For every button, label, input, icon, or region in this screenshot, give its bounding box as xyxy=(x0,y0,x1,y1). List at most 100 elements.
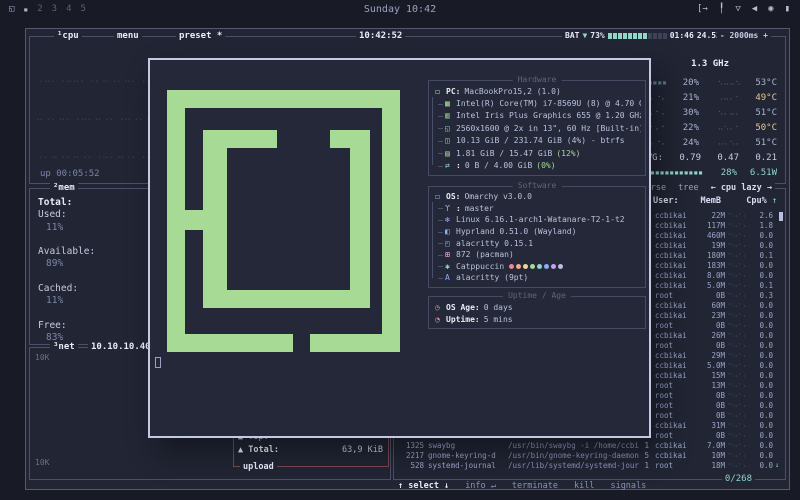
sort-cpu-lazy-button[interactable]: ← cpu lazy → xyxy=(711,183,772,193)
workspace-3[interactable]: 3 xyxy=(52,4,57,14)
os-age-icon: ◷ xyxy=(435,303,446,312)
process-memory: 460M xyxy=(695,231,725,240)
process-user: root xyxy=(649,341,695,350)
tree-line xyxy=(432,202,433,278)
battery-meter-block xyxy=(658,33,662,39)
process-user: root xyxy=(649,291,695,300)
fastfetch-row: ▦Intel(R) Core(TM) i7-8569U (8) @ 4.70 G… xyxy=(435,97,641,109)
process-cpu: 0.0 xyxy=(751,341,773,350)
window-overview-icon[interactable]: ◱ xyxy=(9,4,14,14)
memory-icon: ▤ xyxy=(445,149,456,158)
process-cpu: 0.0 xyxy=(751,351,773,360)
battery-meter-block xyxy=(633,33,637,39)
terminal-icon: ◰ xyxy=(445,239,456,248)
menu-kill[interactable]: kill xyxy=(574,481,594,491)
net-box-title[interactable]: ³net xyxy=(50,342,78,352)
battery-meter-block xyxy=(608,33,612,39)
cpu-icon: ▦ xyxy=(445,99,456,108)
workspace-4[interactable]: 4 xyxy=(66,4,71,14)
system-tray: [→ ╿ ▽ ◀ ◉ ▮ xyxy=(697,0,790,18)
process-memory: 60M xyxy=(695,301,725,310)
fastfetch-value: master xyxy=(465,204,494,213)
workspace-5[interactable]: 5 xyxy=(81,4,86,14)
column-user[interactable]: User: xyxy=(653,196,679,206)
workspace-numbers: 2345 xyxy=(37,4,86,14)
process-mem-graph: ⠒⠤⠂⠄ xyxy=(725,321,751,329)
system-uptime: up 00:05:52 xyxy=(40,169,100,179)
uptime-icon: ◔ xyxy=(435,315,446,324)
memory-stat-percent: 11% xyxy=(38,295,63,306)
process-mem-graph: ⠒⠤⠂⠄ xyxy=(725,291,751,299)
menu-button[interactable]: menu xyxy=(114,31,142,41)
menu-select[interactable]: ↑ select ↓ xyxy=(398,481,449,491)
update-interval-control[interactable]: - 2000ms + xyxy=(717,31,771,40)
volume-icon[interactable]: ◀ xyxy=(752,4,757,14)
fastfetch-label: : xyxy=(456,161,461,170)
workspace-2[interactable]: 2 xyxy=(37,4,42,14)
process-cpu: 0.3 xyxy=(751,291,773,300)
process-cpu: 0.0 xyxy=(751,381,773,390)
process-memory: 0B xyxy=(695,401,725,410)
mem-box-title[interactable]: ²mem xyxy=(50,183,78,193)
menu-info[interactable]: info ↵ xyxy=(465,481,496,491)
tree-tick xyxy=(438,266,443,267)
column-cpu[interactable]: Cpu% ↑ xyxy=(746,196,777,206)
fastfetch-value: MacBookPro15,2 (1.0) xyxy=(464,87,560,96)
color-dot xyxy=(537,264,542,269)
column-mem[interactable]: MemB xyxy=(689,196,721,206)
header-clock: 10:42:52 xyxy=(356,31,405,41)
fastfetch-row: ✱Catppuccin xyxy=(435,261,641,273)
wifi-icon[interactable]: ▽ xyxy=(735,4,740,14)
btop-menu-bar: ↑ select ↓ info ↵ terminate kill signals xyxy=(398,481,646,491)
software-section: Software ◻OS:Omarchy v3.0.0ϒ:master✻Linu… xyxy=(428,186,646,288)
process-row[interactable]: 2217gnome-keyring-d/usr/bin/gnome-keyrin… xyxy=(398,450,781,460)
fastfetch-row: ◻OS:Omarchy v3.0.0 xyxy=(435,191,641,203)
clock: Sunday 10:42 xyxy=(364,4,436,15)
menu-terminate[interactable]: terminate xyxy=(512,481,558,491)
process-row[interactable]: 528systemd-journal/usr/lib/systemd/syste… xyxy=(398,460,781,470)
fastfetch-value: Linux 6.16.1-arch1-Watanare-T2-1-t2 xyxy=(456,215,625,224)
gpu-icon: ▥ xyxy=(445,111,456,120)
process-user: ccbikai xyxy=(649,271,695,280)
process-mem-graph: ⠒⠤⠂⠄ xyxy=(725,221,751,229)
settings-icon[interactable]: ◉ xyxy=(768,4,773,14)
preset-button[interactable]: preset * xyxy=(176,31,225,41)
software-section-title: Software xyxy=(513,181,562,190)
fastfetch-value: 5 mins xyxy=(484,315,513,324)
load-average-value: 0.21 xyxy=(739,153,777,163)
core-spark-graph: ⠢⠄⠤⠄ xyxy=(699,108,741,117)
workspace-switcher: ◱ ▪ 2345 xyxy=(9,4,86,14)
sort-tree-button[interactable]: tree xyxy=(678,183,698,193)
scroll-arrow-icon: ↓ xyxy=(773,461,781,469)
workspace-active-dot[interactable]: ▪ xyxy=(23,5,28,14)
palette-icon: ✱ xyxy=(445,262,456,271)
tree-tick xyxy=(438,128,443,129)
process-memory: 23M xyxy=(695,311,725,320)
microphone-icon[interactable]: ╿ xyxy=(719,4,724,14)
fastfetch-row: ◻PC:MacBookPro15,2 (1.0) xyxy=(435,85,641,97)
core-temperature: 49°C xyxy=(741,93,777,103)
fastfetch-terminal-window[interactable]: Hardware ◻PC:MacBookPro15,2 (1.0)▦Intel(… xyxy=(148,58,651,438)
core-spark-graph: ⠠⠤⠄⠂ xyxy=(699,93,741,102)
color-dot xyxy=(544,264,549,269)
process-row[interactable]: 1325swaybg/usr/bin/swaybg -i /home/ccbik… xyxy=(398,440,781,450)
menu-signals[interactable]: signals xyxy=(610,481,646,491)
process-cpu: 0.1 xyxy=(751,251,773,260)
cpu-box-title[interactable]: ¹cpu xyxy=(54,31,82,41)
process-memory: 0B xyxy=(695,431,725,440)
packages-icon: ⊞ xyxy=(445,250,456,259)
process-user: ccbikai xyxy=(649,351,695,360)
logout-icon[interactable]: [→ xyxy=(697,4,708,14)
process-cpu: 0.0 xyxy=(751,321,773,330)
battery-icon[interactable]: ▮ xyxy=(785,4,790,14)
font-icon: A xyxy=(445,273,456,282)
fastfetch-label: : xyxy=(456,204,461,213)
fastfetch-row: Aalacritty (9pt) xyxy=(435,272,641,284)
fastfetch-label: OS: xyxy=(446,192,460,201)
process-count: 0/268 xyxy=(722,474,755,484)
process-mem-graph: ⠒⠤⠂⠄ xyxy=(725,211,751,219)
process-memory: 10M xyxy=(695,451,725,460)
process-scrollbar-thumb[interactable] xyxy=(779,212,783,221)
core-temperature: 53°C xyxy=(741,78,777,88)
color-dot xyxy=(516,264,521,269)
